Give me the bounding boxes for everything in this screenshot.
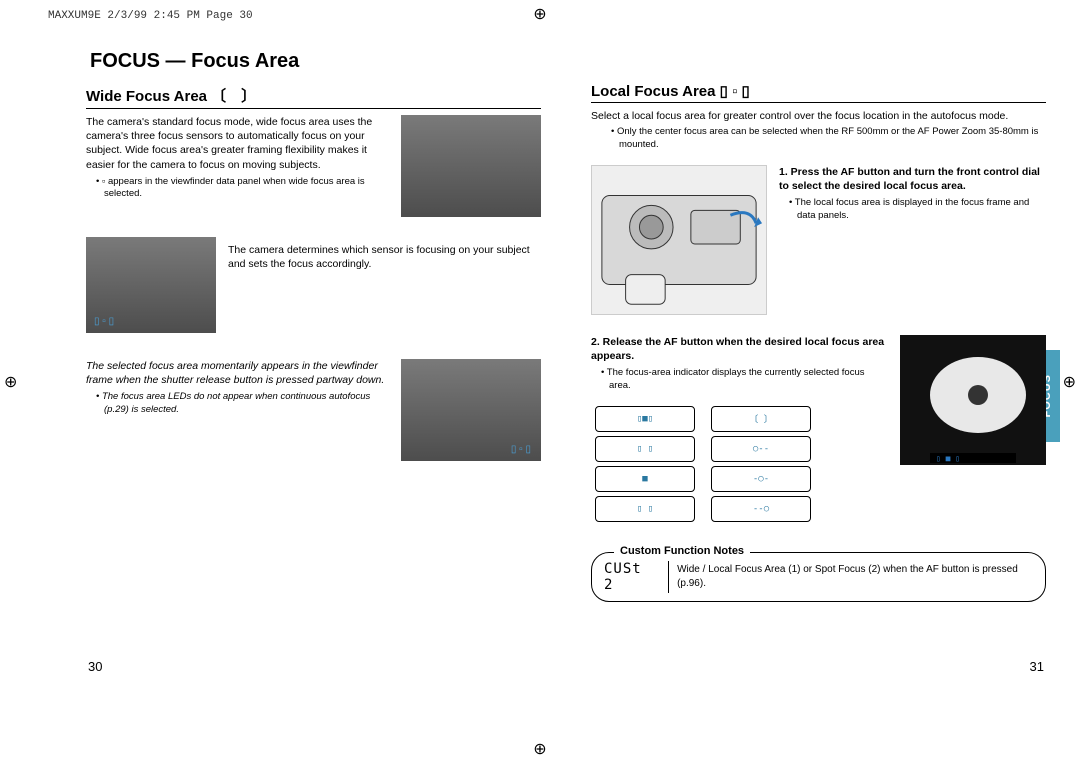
wide-intro-note: ▫ appears in the viewfinder data panel w… xyxy=(86,176,389,201)
crop-mark-top: ⊕ xyxy=(533,4,546,24)
cust-icon: CUSt 2 xyxy=(604,561,669,593)
lcd-row-2: ▯ ▯○-- xyxy=(595,436,886,462)
step-1-note: The local focus area is displayed in the… xyxy=(779,197,1046,222)
page-number-right: 31 xyxy=(1030,659,1044,674)
photo-motorcycle-1 xyxy=(401,115,541,217)
lcd-row-1: ▯■▯〔 〕 xyxy=(595,406,886,432)
crop-mark-left: ⊕ xyxy=(4,372,17,392)
photo-flower: ▯ ■ ▯ xyxy=(900,335,1046,465)
crop-mark-right: ⊕ xyxy=(1063,372,1076,392)
page-number-left: 30 xyxy=(88,659,102,674)
print-header: MAXXUM9E 2/3/99 2:45 PM Page 30 xyxy=(48,10,253,22)
step-2-note: The focus-area indicator displays the cu… xyxy=(591,367,886,392)
custom-function-label: Custom Function Notes xyxy=(614,545,750,557)
lcd-row-3: ■-○- xyxy=(595,466,886,492)
local-intro: Select a local focus area for greater co… xyxy=(591,109,1046,123)
svg-text:▯ ■ ▯: ▯ ■ ▯ xyxy=(936,454,960,463)
lcd-row-4: ▯ ▯--○ xyxy=(595,496,886,522)
custom-function-text: Wide / Local Focus Area (1) or Spot Focu… xyxy=(677,563,1033,590)
local-intro-note: Only the center focus area can be select… xyxy=(601,126,1046,151)
mid-text: The camera determines which sensor is fo… xyxy=(228,237,541,271)
custom-function-box: Custom Function Notes CUSt 2 Wide / Loca… xyxy=(591,552,1046,602)
section-title-wide: Wide Focus Area 〔 〕 xyxy=(86,85,541,109)
italic-bullet: The focus area LEDs do not appear when c… xyxy=(86,391,389,416)
step-2: 2. Release the AF button when the desire… xyxy=(591,335,886,363)
italic-note: The selected focus area momentarily appe… xyxy=(86,359,389,387)
photo-motorcycle-2: ▯ ▫ ▯ xyxy=(86,237,216,333)
camera-diagram xyxy=(591,165,767,315)
crop-mark-bottom: ⊕ xyxy=(533,739,546,759)
photo-motorcycle-3: ▯ ▫ ▯ xyxy=(401,359,541,461)
step-1: 1. Press the AF button and turn the fron… xyxy=(779,165,1046,193)
section-title-local: Local Focus Area ▯ ▫ ▯ xyxy=(591,82,1046,103)
page-title: FOCUS — Focus Area xyxy=(90,50,541,73)
wide-intro-text: The camera's standard focus mode, wide f… xyxy=(86,115,389,172)
left-page: FOCUS — Focus Area Wide Focus Area 〔 〕 T… xyxy=(86,50,541,670)
right-page: Local Focus Area ▯ ▫ ▯ Select a local fo… xyxy=(591,50,1046,670)
